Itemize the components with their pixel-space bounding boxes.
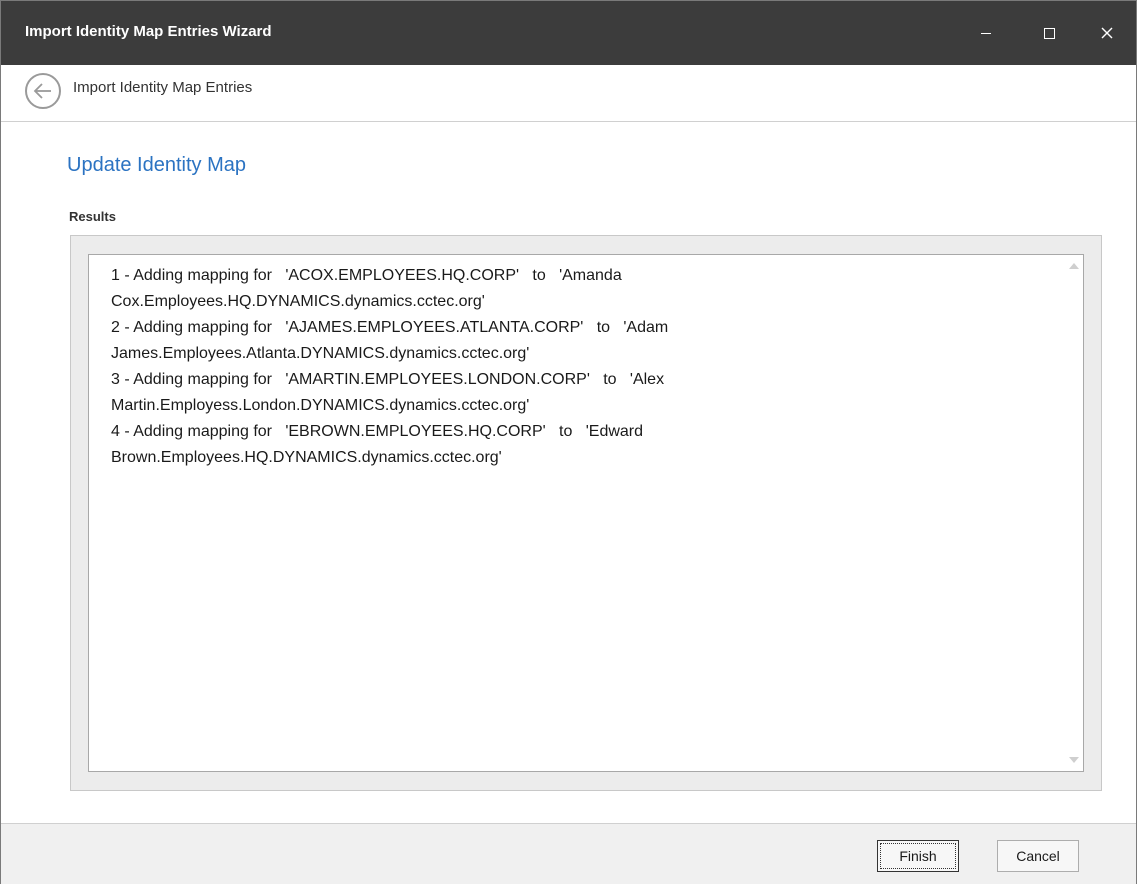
close-icon xyxy=(1101,27,1113,39)
result-line: Brown.Employees.HQ.DYNAMICS.dynamics.cct… xyxy=(111,449,502,466)
cancel-button[interactable]: Cancel xyxy=(997,840,1079,872)
window-title: Import Identity Map Entries Wizard xyxy=(25,23,272,40)
vertical-scrollbar[interactable] xyxy=(1065,255,1083,771)
minimize-icon xyxy=(981,32,991,34)
title-bar[interactable]: Import Identity Map Entries Wizard xyxy=(1,1,1136,65)
result-line: 3 - Adding mapping for 'AMARTIN.EMPLOYEE… xyxy=(111,371,665,388)
result-line: Martin.Employess.London.DYNAMICS.dynamic… xyxy=(111,397,530,414)
result-line: James.Employees.Atlanta.DYNAMICS.dynamic… xyxy=(111,345,530,362)
result-line: Cox.Employees.HQ.DYNAMICS.dynamics.cctec… xyxy=(111,293,485,310)
result-line: 2 - Adding mapping for 'AJAMES.EMPLOYEES… xyxy=(111,319,669,336)
wizard-header: Import Identity Map Entries xyxy=(1,65,1136,122)
page-title: Update Identity Map xyxy=(67,154,246,176)
maximize-button[interactable] xyxy=(1020,1,1078,65)
back-button[interactable] xyxy=(25,73,61,109)
finish-button[interactable]: Finish xyxy=(877,840,959,872)
wizard-window: Import Identity Map Entries Wizard Impor… xyxy=(0,0,1137,884)
result-line: 4 - Adding mapping for 'EBROWN.EMPLOYEES… xyxy=(111,423,644,440)
results-text: 1 - Adding mapping for 'ACOX.EMPLOYEES.H… xyxy=(111,263,1051,471)
back-arrow-icon xyxy=(33,83,51,99)
wizard-step-title: Import Identity Map Entries xyxy=(73,79,253,96)
results-textarea[interactable]: 1 - Adding mapping for 'ACOX.EMPLOYEES.H… xyxy=(88,254,1084,772)
result-line: 1 - Adding mapping for 'ACOX.EMPLOYEES.H… xyxy=(111,267,622,284)
minimize-button[interactable] xyxy=(957,1,1015,65)
results-label: Results xyxy=(69,209,116,224)
scroll-up-icon[interactable] xyxy=(1069,263,1079,269)
close-button[interactable] xyxy=(1078,1,1136,65)
results-panel: 1 - Adding mapping for 'ACOX.EMPLOYEES.H… xyxy=(70,235,1102,791)
wizard-footer: Finish Cancel xyxy=(1,823,1136,884)
scroll-down-icon[interactable] xyxy=(1069,757,1079,763)
maximize-icon xyxy=(1043,27,1055,39)
